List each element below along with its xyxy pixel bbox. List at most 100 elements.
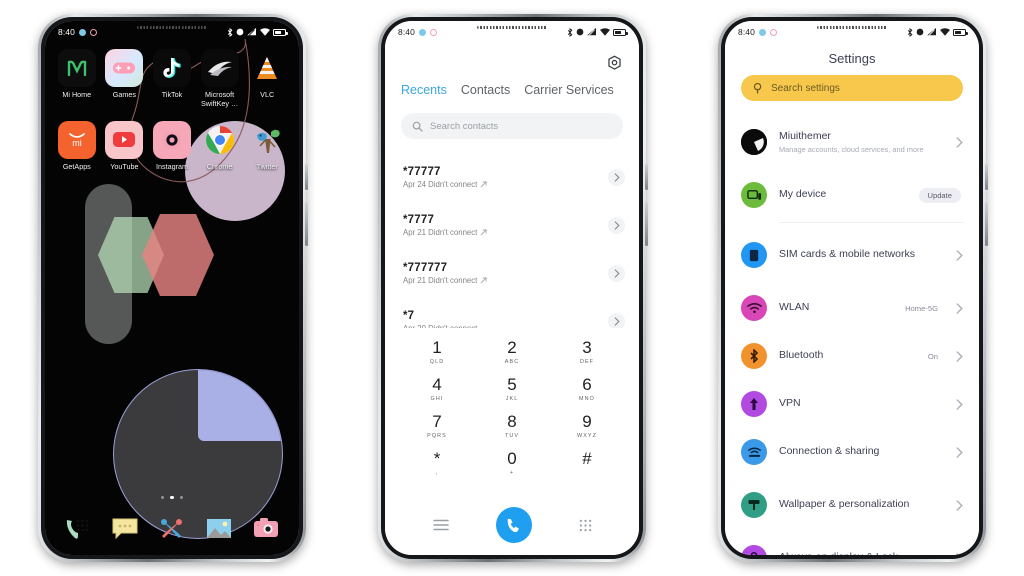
- chevron-right-icon: [956, 302, 963, 314]
- key-letters: PQRS: [427, 433, 447, 439]
- power-button[interactable]: [645, 164, 648, 190]
- hamburger-icon[interactable]: [432, 519, 449, 531]
- search-settings-input[interactable]: Search settings: [741, 75, 963, 101]
- search-icon: [753, 82, 762, 94]
- wallpaper-icon: [741, 492, 767, 518]
- settings-item-bluetooth[interactable]: Bluetooth On: [725, 332, 979, 380]
- games-icon: [105, 49, 144, 87]
- call-details-button[interactable]: [608, 264, 625, 282]
- settings-item-label: My device: [779, 188, 827, 201]
- app-twitter[interactable]: Twitter: [243, 121, 291, 172]
- chevron-right-icon: [614, 268, 620, 278]
- chevron-right-icon: [956, 499, 963, 511]
- app-getapps[interactable]: mi GetApps: [53, 120, 101, 172]
- key-7[interactable]: 7 PQRS: [409, 413, 465, 439]
- call-details-button[interactable]: [608, 216, 625, 234]
- key-8[interactable]: 8 TUV: [484, 413, 540, 439]
- dnd-icon: [576, 28, 584, 36]
- battery-icon: [273, 28, 288, 36]
- call-details-button[interactable]: [608, 168, 625, 186]
- call-detail: Apr 21 Didn't connect: [403, 228, 487, 237]
- messages-dock-icon[interactable]: [109, 513, 141, 545]
- settings-item-account[interactable]: Miuithemer Manage accounts, cloud servic…: [725, 113, 979, 171]
- call-number: *7: [403, 309, 415, 322]
- divider: [779, 222, 963, 223]
- table-row[interactable]: *7777 Apr 21 Didn't connect: [385, 201, 639, 249]
- tab-carrier-services[interactable]: Carrier Services: [524, 83, 614, 97]
- recent-calls-list[interactable]: *77777 Apr 24 Didn't connect *7777 Apr 2…: [385, 153, 639, 328]
- dialpad-row: *, 0 + #: [409, 450, 615, 476]
- app-tiktok[interactable]: TikTok: [148, 49, 196, 109]
- camera-dock-icon[interactable]: [250, 513, 282, 545]
- tools-dock-icon[interactable]: [156, 513, 188, 545]
- app-mi-home[interactable]: Mi Home: [53, 49, 101, 109]
- tab-recents[interactable]: Recents: [401, 83, 447, 97]
- key-digit: 3: [582, 338, 592, 357]
- vpn-icon: [741, 391, 767, 417]
- page-dot-active[interactable]: [170, 495, 174, 499]
- settings-item-label: SIM cards & mobile networks: [779, 248, 915, 261]
- settings-list[interactable]: Miuithemer Manage accounts, cloud servic…: [725, 113, 979, 555]
- gear-icon[interactable]: [606, 55, 623, 72]
- key-9[interactable]: 9 WXYZ: [559, 413, 615, 439]
- table-row[interactable]: *77777 Apr 24 Didn't connect: [385, 153, 639, 201]
- settings-item-wlan[interactable]: WLAN Home-5G: [725, 284, 979, 332]
- settings-item-my-device[interactable]: My device Update: [725, 171, 979, 219]
- app-instagram[interactable]: Instagram: [148, 120, 196, 172]
- dialpad-icon[interactable]: [579, 519, 592, 532]
- dnd-icon: [236, 28, 244, 36]
- settings-item-always-on-display[interactable]: Always-on display & Lock: [725, 534, 979, 555]
- app-youtube[interactable]: YouTube: [101, 120, 149, 172]
- chevron-right-icon: [956, 552, 960, 555]
- app-games[interactable]: Games: [101, 49, 149, 109]
- volume-button[interactable]: [645, 202, 648, 246]
- search-contacts-input[interactable]: Search contacts: [401, 113, 623, 139]
- phone-dock-icon[interactable]: [62, 513, 94, 545]
- wifi-icon: [940, 28, 950, 36]
- app-label: Twitter: [256, 161, 278, 171]
- gallery-dock-icon[interactable]: [203, 513, 235, 545]
- key-star[interactable]: *,: [409, 450, 465, 476]
- key-digit: 1: [432, 338, 442, 357]
- call-button[interactable]: [495, 507, 532, 543]
- key-hash[interactable]: #: [559, 450, 615, 476]
- key-6[interactable]: 6 MNO: [559, 376, 615, 402]
- volume-button[interactable]: [985, 202, 988, 246]
- app-swiftkey[interactable]: Microsoft SwiftKey …: [196, 49, 244, 109]
- wifi-icon: [260, 28, 270, 36]
- settings-item-wallpaper[interactable]: Wallpaper & personalization: [725, 476, 979, 534]
- status-badge[interactable]: Update: [918, 187, 961, 203]
- notification-dot-blue: [758, 28, 766, 36]
- swiftkey-icon: [200, 49, 239, 87]
- settings-item-connection-sharing[interactable]: Connection & sharing: [725, 428, 979, 476]
- chevron-right-icon: [614, 172, 620, 182]
- tab-contacts[interactable]: Contacts: [461, 83, 510, 97]
- volume-button[interactable]: [305, 202, 308, 246]
- key-4[interactable]: 4 GHI: [409, 376, 465, 402]
- key-digit: 5: [507, 375, 517, 394]
- settings-item-vpn[interactable]: VPN: [725, 380, 979, 428]
- earpiece-grille: [817, 26, 887, 29]
- table-row[interactable]: *7 Apr 20 Didn't connect: [385, 297, 639, 328]
- instagram-icon: [152, 120, 191, 159]
- power-button[interactable]: [305, 164, 308, 190]
- settings-item-sim-cards[interactable]: SIM cards & mobile networks: [725, 226, 979, 284]
- call-details-button[interactable]: [608, 312, 625, 328]
- table-row[interactable]: *777777 Apr 21 Didn't connect: [385, 249, 639, 297]
- page-title: Settings: [828, 51, 876, 66]
- chrome-icon: [201, 121, 239, 159]
- app-label: Microsoft SwiftKey …: [201, 90, 239, 108]
- key-0[interactable]: 0 +: [484, 450, 540, 476]
- page-dot[interactable]: [179, 495, 183, 499]
- key-3[interactable]: 3 DEF: [559, 339, 615, 365]
- key-2[interactable]: 2 ABC: [484, 339, 540, 365]
- app-row-1: Mi Home Games TikTok Microsoft SwiftKey …: [53, 49, 291, 109]
- app-vlc[interactable]: VLC: [243, 49, 291, 109]
- key-5[interactable]: 5 JKL: [484, 376, 540, 402]
- bluetooth-icon: [227, 27, 233, 37]
- power-button[interactable]: [985, 164, 988, 190]
- page-dot[interactable]: [161, 495, 165, 499]
- wifi-icon: [741, 295, 767, 321]
- key-1[interactable]: 1 QLD: [409, 339, 465, 365]
- app-chrome[interactable]: Chrome: [196, 121, 244, 172]
